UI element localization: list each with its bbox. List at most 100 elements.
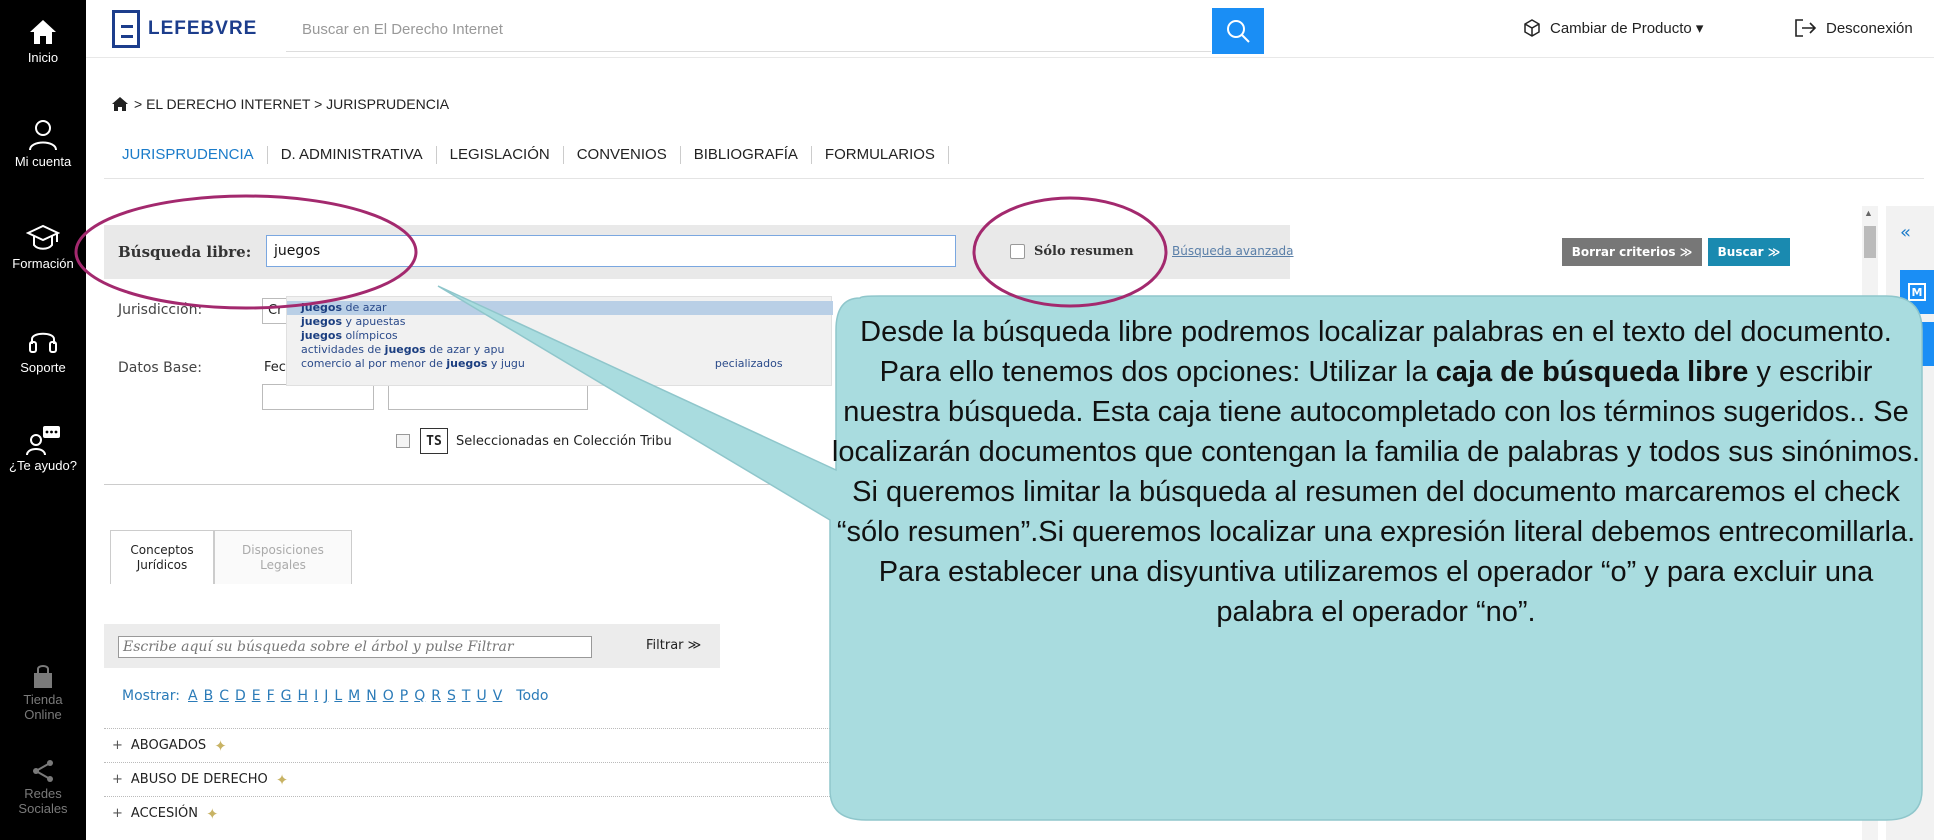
letter-link[interactable]: R (431, 688, 441, 704)
autocomplete-dropdown: juegos de azar juegos y apuestas juegos … (286, 296, 833, 386)
change-product-label: Cambiar de Producto ▾ (1550, 20, 1704, 37)
home-small-icon[interactable] (112, 97, 128, 111)
letter-link[interactable]: U (476, 688, 486, 704)
memento-icon: M (1908, 283, 1926, 301)
tab-conceptos-juridicos[interactable]: Conceptos Jurídicos (110, 530, 214, 584)
letter-link[interactable]: F (267, 688, 275, 704)
autocomplete-item[interactable]: comercio al por menor de juegos y jugu pe… (287, 357, 833, 371)
date-from-input[interactable] (262, 384, 374, 410)
nav-item-mi-cuenta[interactable]: Mi cuenta (0, 118, 86, 169)
clear-criteria-button[interactable]: Borrar criterios ≫ (1562, 238, 1702, 266)
letter-link[interactable]: C (219, 688, 229, 704)
tab-disposiciones-label: Disposiciones Legales (242, 542, 324, 572)
scroll-up-arrow-icon[interactable]: ▲ (1864, 208, 1873, 218)
ts-badge-icon: TS (420, 428, 448, 454)
nav-item-inicio[interactable]: Inicio (0, 16, 86, 65)
nav-item-te-ayudo[interactable]: ¿Te ayudo? (0, 424, 86, 473)
global-search-button[interactable] (1212, 8, 1264, 54)
shopping-bag-icon (34, 665, 52, 688)
ts-collection-checkbox[interactable] (396, 434, 410, 448)
top-bar: LEFEBVRE Cambiar de Producto ▾ Desconexi… (86, 0, 1934, 58)
tab-bibliografia[interactable]: BIBLIOGRAFÍA (681, 146, 812, 164)
filter-button[interactable]: Filtrar ≫ (646, 638, 701, 653)
tab-d-administrativa[interactable]: D. ADMINISTRATIVA (268, 146, 437, 164)
nav-label-redes: Redes Sociales (18, 786, 68, 816)
letter-link[interactable]: T (462, 688, 471, 704)
tab-convenios[interactable]: CONVENIOS (564, 146, 681, 164)
letter-link[interactable]: M (348, 688, 360, 704)
nav-item-formacion[interactable]: Formación (0, 222, 86, 271)
letter-link[interactable]: B (204, 688, 214, 704)
letter-link[interactable]: A (188, 688, 198, 704)
memento-button[interactable]: M (1900, 270, 1934, 314)
section-tabs: JURISPRUDENCIA D. ADMINISTRATIVA LEGISLA… (110, 146, 949, 164)
search-button[interactable]: Buscar ≫ (1708, 238, 1790, 266)
letter-link[interactable]: N (366, 688, 376, 704)
letter-link[interactable]: D (235, 688, 246, 704)
letter-link[interactable]: E (252, 688, 261, 704)
home-icon (30, 20, 56, 44)
tab-jurisprudencia[interactable]: JURISPRUDENCIA (110, 146, 268, 164)
logo-text: LEFEBVRE (148, 18, 258, 39)
letter-link-todo[interactable]: Todo (516, 688, 548, 704)
graduation-cap-icon (26, 224, 60, 250)
only-summary-checkbox[interactable] (1010, 244, 1025, 259)
tab-disposiciones-legales[interactable]: Disposiciones Legales (214, 530, 352, 584)
nav-item-redes[interactable]: Redes Sociales (0, 758, 86, 816)
autocomplete-item[interactable]: juegos olímpicos (287, 329, 833, 343)
tree-item-label: ABOGADOS (130, 738, 207, 753)
advanced-search-link[interactable]: Búsqueda avanzada (1172, 244, 1294, 258)
lefebvre-logo[interactable]: LEFEBVRE (112, 10, 257, 48)
letter-link[interactable]: O (383, 688, 394, 704)
headset-icon (29, 332, 57, 353)
letter-link[interactable]: P (400, 688, 408, 704)
expand-icon[interactable]: + (112, 806, 123, 821)
tree-filter-input[interactable]: Escribe aquí su búsqueda sobre el árbol … (118, 636, 592, 658)
tab-formularios[interactable]: FORMULARIOS (812, 146, 949, 164)
logout-button[interactable]: Desconexión (1794, 18, 1913, 38)
nav-item-soporte[interactable]: Soporte (0, 324, 86, 375)
letter-link[interactable]: V (493, 688, 503, 704)
search-icon (1227, 20, 1250, 43)
free-search-input[interactable]: juegos (266, 235, 956, 267)
nav-label-mi-cuenta: Mi cuenta (14, 154, 72, 169)
tab-legislacion[interactable]: LEGISLACIÓN (437, 146, 564, 164)
expand-icon[interactable]: + (112, 738, 123, 753)
nav-label-soporte: Soporte (20, 360, 66, 375)
autocomplete-item[interactable]: juegos de azar (287, 301, 833, 315)
left-sidebar: Inicio Mi cuenta Formación Soporte ¿Te a… (0, 0, 86, 840)
app-root: Inicio Mi cuenta Formación Soporte ¿Te a… (0, 0, 1934, 840)
letter-link[interactable]: G (281, 688, 292, 704)
letter-link[interactable]: H (298, 688, 309, 704)
letter-link[interactable]: I (314, 688, 318, 704)
tree-item[interactable]: + ABUSO DE DERECHO ✦ (104, 762, 864, 796)
tree-item[interactable]: + ABOGADOS ✦ (104, 728, 864, 762)
autocomplete-item[interactable]: actividades de juegos de azar y apu (287, 343, 833, 357)
letter-link[interactable]: L (334, 688, 342, 704)
user-icon (29, 120, 57, 151)
tabs-divider (104, 178, 1924, 179)
logout-label: Desconexión (1826, 19, 1913, 37)
date-to-input[interactable] (388, 384, 588, 410)
only-summary-label[interactable]: Sólo resumen (1034, 244, 1134, 259)
tree-item[interactable]: + ACCESIÓN ✦ (104, 796, 864, 830)
collapse-panel-icon[interactable]: « (1900, 222, 1911, 243)
nav-label-formacion: Formación (12, 256, 74, 271)
tree-item-label: ABUSO DE DERECHO (130, 772, 268, 787)
scrollbar-thumb[interactable] (1864, 226, 1876, 258)
autocomplete-item[interactable]: juegos y apuestas (287, 315, 833, 329)
tree-item-label: ACCESIÓN (130, 806, 198, 821)
concept-diamond-icon: ✦ (275, 770, 289, 789)
base-data-label: Datos Base: (118, 360, 202, 376)
letter-link[interactable]: S (447, 688, 456, 704)
global-search-input[interactable] (286, 8, 1211, 51)
ts-collection-label: Seleccionadas en Colección Tribu (456, 434, 672, 449)
letter-link[interactable]: Q (414, 688, 425, 704)
expand-icon[interactable]: + (112, 772, 123, 787)
change-product-menu[interactable]: Cambiar de Producto ▾ (1522, 18, 1703, 38)
nav-item-tienda[interactable]: Tienda Online (0, 664, 86, 722)
concept-tabs: Conceptos Jurídicos Disposiciones Legale… (110, 530, 352, 584)
letter-link[interactable]: J (324, 688, 328, 704)
tab-conceptos-label: Conceptos Jurídicos (130, 542, 194, 572)
breadcrumb-path[interactable]: > EL DERECHO INTERNET > JURISPRUDENCIA (134, 96, 449, 112)
